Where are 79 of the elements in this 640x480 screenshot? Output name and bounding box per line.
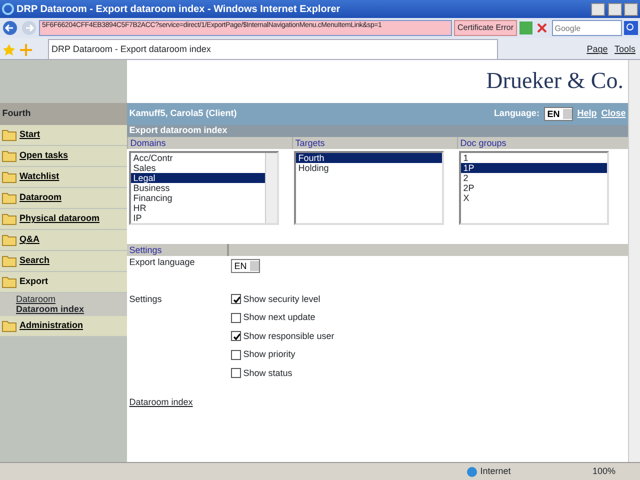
sidebar-item[interactable]: Q&A bbox=[0, 230, 127, 251]
sidebar-item[interactable]: Physical dataroom bbox=[0, 209, 127, 230]
language-label: Language: bbox=[494, 107, 540, 120]
column-heading: Doc groups bbox=[460, 138, 506, 148]
maximize-button[interactable] bbox=[608, 2, 622, 16]
folder-icon bbox=[2, 276, 18, 288]
sidebar-item[interactable]: Watchlist bbox=[0, 167, 127, 188]
list-option[interactable]: 1 bbox=[461, 153, 606, 164]
checkbox[interactable] bbox=[231, 331, 241, 342]
checkbox[interactable] bbox=[231, 368, 241, 378]
list-option[interactable]: Holding bbox=[296, 163, 442, 174]
folder-icon bbox=[2, 320, 18, 332]
star-icon[interactable] bbox=[2, 42, 16, 57]
column-heading: Domains bbox=[130, 138, 166, 148]
list-option[interactable]: Business bbox=[131, 183, 264, 194]
list-option[interactable]: 1P bbox=[461, 163, 606, 174]
folder-icon bbox=[2, 255, 18, 267]
sidebar-item[interactable]: Administration bbox=[0, 316, 127, 337]
list-option[interactable]: 2 bbox=[461, 173, 606, 184]
minimize-button[interactable] bbox=[591, 2, 606, 16]
column-heading: Targets bbox=[295, 138, 325, 148]
folder-icon bbox=[2, 192, 18, 204]
scrollbar[interactable] bbox=[628, 60, 640, 462]
checkbox-label: Show responsible user bbox=[243, 330, 334, 343]
company-logo: Drueker & Co. bbox=[486, 67, 624, 96]
zoom-button[interactable]: 100% bbox=[592, 464, 616, 478]
context-label: Fourth bbox=[2, 107, 31, 120]
checkbox[interactable] bbox=[231, 294, 241, 304]
list-option[interactable]: Sales bbox=[131, 163, 264, 174]
search-icon[interactable] bbox=[624, 21, 638, 35]
sidebar-subitem[interactable]: Dataroom index bbox=[16, 304, 84, 314]
checkbox-label: Show security level bbox=[243, 292, 320, 306]
list-box[interactable]: Fourth Holding bbox=[294, 151, 444, 226]
window-title: DRP Dataroom - Export dataroom index - Windows Internet Explorer bbox=[16, 2, 342, 16]
zone-label: Internet bbox=[480, 464, 512, 478]
folder-icon bbox=[2, 129, 18, 141]
page-title: Export dataroom index bbox=[129, 124, 228, 138]
checkbox[interactable] bbox=[231, 312, 241, 323]
export-language-select[interactable]: EN bbox=[231, 258, 260, 272]
list-box[interactable]: Acc/Contr Sales Legal Business Financing HR IP bbox=[129, 151, 278, 226]
checkbox[interactable] bbox=[231, 350, 241, 360]
close-button[interactable] bbox=[624, 2, 638, 16]
globe-icon bbox=[466, 466, 478, 478]
search-field[interactable]: Google bbox=[552, 20, 622, 36]
toolbar-menu[interactable]: Tools bbox=[612, 43, 638, 57]
list-option[interactable]: 2P bbox=[461, 183, 606, 194]
list-option[interactable]: Fourth bbox=[296, 153, 442, 164]
stop-icon[interactable] bbox=[535, 21, 550, 35]
user-name: Kamuff5, Carola5 (Client) bbox=[129, 107, 238, 120]
scrollbar[interactable] bbox=[264, 153, 276, 224]
checkbox-label: Show priority bbox=[243, 348, 296, 361]
folder-icon bbox=[2, 213, 18, 225]
list-option[interactable]: HR bbox=[131, 203, 264, 214]
toolbar-menu[interactable]: Page bbox=[584, 43, 610, 57]
folder-icon bbox=[2, 171, 18, 183]
folder-icon bbox=[2, 234, 18, 246]
checkbox-label: Show status bbox=[243, 366, 292, 380]
section-heading: Settings bbox=[129, 245, 162, 256]
checkbox-label: Show next update bbox=[243, 311, 316, 324]
back-icon[interactable] bbox=[2, 20, 18, 36]
sidebar-subitem[interactable]: Dataroom bbox=[16, 294, 56, 304]
sidebar-item[interactable]: Search bbox=[0, 251, 127, 272]
sidebar-item[interactable]: Export bbox=[0, 272, 127, 293]
language-select[interactable]: EN bbox=[544, 107, 573, 121]
list-option[interactable]: Financing bbox=[131, 193, 264, 204]
sidebar-item[interactable]: Start bbox=[0, 125, 127, 146]
list-option[interactable]: Acc/Contr bbox=[131, 153, 264, 164]
dataroom-index-link[interactable]: Dataroom index bbox=[129, 397, 193, 407]
sidebar-item[interactable]: Dataroom bbox=[0, 188, 127, 209]
certificate-error-button[interactable]: Certificate Error bbox=[454, 20, 517, 36]
browser-tab[interactable]: DRP Dataroom - Export dataroom index bbox=[48, 39, 498, 59]
sidebar-item[interactable]: Open tasks bbox=[0, 146, 127, 167]
list-option[interactable]: Legal bbox=[131, 173, 264, 184]
folder-icon bbox=[2, 150, 18, 162]
field-label: Export language bbox=[128, 256, 196, 270]
field-label: Settings bbox=[129, 294, 162, 304]
list-option[interactable]: X bbox=[461, 193, 606, 204]
list-box[interactable]: 1 1P 2 2P X bbox=[459, 151, 608, 226]
list-option[interactable]: IP bbox=[131, 213, 264, 224]
